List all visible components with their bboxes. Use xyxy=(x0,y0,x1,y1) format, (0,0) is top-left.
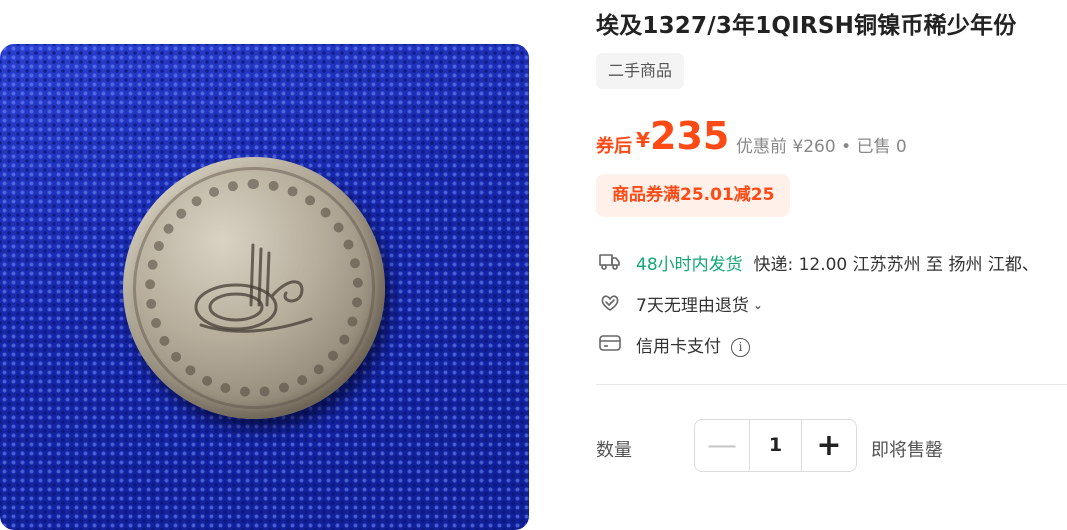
returns-label: 7天无理由退货 xyxy=(636,296,749,316)
dispatch-time: 48小时内发货 xyxy=(636,255,743,275)
product-title: 埃及1327/3年1QIRSH铜镍币稀少年份 xyxy=(596,13,1017,39)
coin-tughra-emblem xyxy=(194,243,313,333)
price-amount: 235 xyxy=(650,114,730,158)
stock-status: 即将售罄 xyxy=(871,440,943,461)
original-price-and-sales: 优惠前 ¥260 • 已售 0 xyxy=(736,137,907,157)
price-currency: ¥ xyxy=(636,128,650,152)
product-image[interactable] xyxy=(0,44,529,530)
price-prefix: 券后 xyxy=(596,136,632,157)
quantity-label: 数量 xyxy=(596,440,632,461)
quantity-value[interactable]: 1 xyxy=(749,420,802,471)
quantity-stepper: — 1 + xyxy=(694,419,857,472)
delivery-truck-icon xyxy=(599,254,620,270)
shipping-fee-route: 快递: 12.00 江苏苏州 至 扬州 江都、 xyxy=(753,255,1039,275)
increase-quantity-button[interactable]: + xyxy=(801,420,856,471)
coupon-badge[interactable]: 商品券满25.01减25 xyxy=(596,174,791,217)
decrease-quantity-button[interactable]: — xyxy=(695,420,750,471)
coin-photo xyxy=(123,157,385,419)
section-divider xyxy=(596,384,1067,385)
info-icon[interactable]: i xyxy=(731,338,750,357)
return-policy-icon xyxy=(601,295,619,311)
credit-card-icon xyxy=(599,335,621,351)
condition-tag: 二手商品 xyxy=(596,53,685,89)
payment-label: 信用卡支付 xyxy=(636,337,721,357)
chevron-down-icon[interactable]: ⌄ xyxy=(753,298,763,312)
